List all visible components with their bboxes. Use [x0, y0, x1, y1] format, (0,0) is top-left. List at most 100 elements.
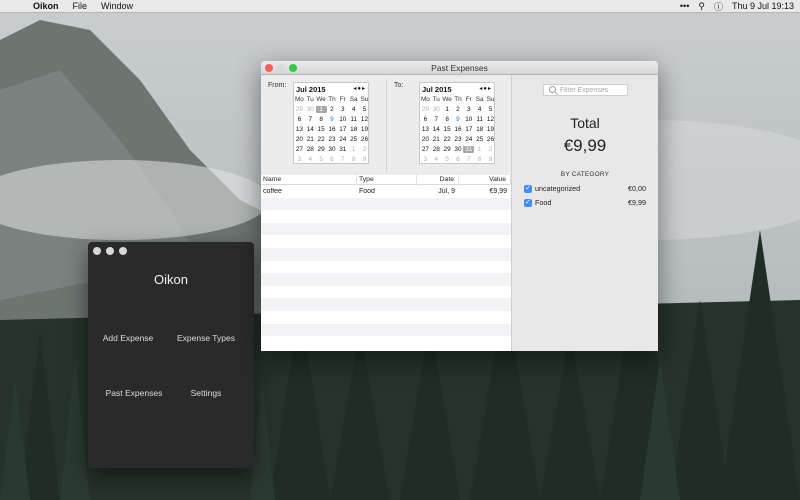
calendar-day[interactable]: 20 [294, 136, 305, 143]
table-row[interactable]: coffee Food Jul, 9 €9,99 [261, 185, 511, 198]
calendar-day[interactable]: 9 [359, 156, 370, 163]
calendar-day[interactable]: 1 [474, 146, 485, 153]
from-date-picker[interactable]: Jul 2015 ◂●▸ Mo Tu We Th Fr Sa Su 29 30 1 2 3 4 5 6 7 8 9… [293, 82, 369, 164]
calendar-day[interactable]: 27 [420, 146, 431, 153]
calendar-day[interactable]: 29 [316, 146, 327, 153]
calendar-day[interactable]: 25 [348, 136, 359, 143]
calendar-day[interactable]: 23 [453, 136, 464, 143]
calendar-day[interactable]: 8 [348, 156, 359, 163]
calendar-nav-icon[interactable]: ◂●▸ [479, 85, 492, 92]
calendar-day[interactable]: 9 [327, 116, 338, 123]
calendar-day[interactable]: 27 [294, 146, 305, 153]
close-button[interactable] [265, 64, 273, 72]
calendar-day[interactable]: 1 [348, 146, 359, 153]
filter-expenses-input[interactable]: Filter Expenses [543, 84, 628, 96]
column-header-date[interactable]: Date [417, 174, 459, 185]
calendar-day[interactable]: 17 [337, 126, 348, 133]
calendar-day[interactable]: 2 [485, 146, 496, 153]
menu-file[interactable]: File [66, 0, 95, 13]
calendar-day[interactable]: 3 [294, 156, 305, 163]
calendar-day[interactable]: 13 [420, 126, 431, 133]
column-header-value[interactable]: Value [459, 174, 511, 185]
calendar-day[interactable]: 9 [485, 156, 496, 163]
calendar-day[interactable]: 10 [463, 116, 474, 123]
calendar-day[interactable]: 21 [305, 136, 316, 143]
calendar-day[interactable]: 4 [474, 106, 485, 113]
calendar-day[interactable]: 6 [327, 156, 338, 163]
add-expense-button[interactable]: Add Expense [88, 333, 168, 343]
calendar-day[interactable]: 1 [442, 106, 453, 113]
calendar-day[interactable]: 10 [337, 116, 348, 123]
menubar-clock[interactable]: Thu 9 Jul 19:13 [732, 1, 794, 11]
zoom-button[interactable] [119, 247, 127, 255]
calendar-day[interactable]: 31 [463, 145, 475, 153]
menu-window[interactable]: Window [94, 0, 140, 13]
calendar-day[interactable]: 30 [305, 106, 316, 113]
calendar-day[interactable]: 19 [485, 126, 496, 133]
calendar-day[interactable]: 30 [431, 106, 442, 113]
calendar-day[interactable]: 28 [305, 146, 316, 153]
calendar-day[interactable]: 30 [327, 146, 338, 153]
calendar-day[interactable]: 2 [453, 106, 464, 113]
calendar-day[interactable]: 7 [463, 156, 474, 163]
calendar-day[interactable]: 4 [431, 156, 442, 163]
calendar-day[interactable]: 16 [453, 126, 464, 133]
category-row-uncategorized[interactable]: ✓ uncategorized €0,00 [524, 183, 646, 194]
calendar-day[interactable]: 12 [359, 116, 370, 123]
calendar-day[interactable]: 5 [442, 156, 453, 163]
calendar-day[interactable]: 4 [348, 106, 359, 113]
menu-app-name[interactable]: Oikon [26, 0, 66, 13]
calendar-day[interactable]: 26 [359, 136, 370, 143]
calendar-day[interactable]: 6 [420, 116, 431, 123]
calendar-day[interactable]: 12 [485, 116, 496, 123]
calendar-day[interactable]: 11 [474, 116, 485, 123]
expense-types-button[interactable]: Expense Types [166, 333, 246, 343]
category-row-food[interactable]: ✓ Food €9,99 [524, 197, 646, 208]
calendar-day[interactable]: 1 [315, 105, 327, 113]
calendar-day[interactable]: 3 [420, 156, 431, 163]
calendar-day[interactable]: 19 [359, 126, 370, 133]
calendar-day[interactable]: 18 [474, 126, 485, 133]
minimize-button[interactable] [106, 247, 114, 255]
calendar-day[interactable]: 29 [420, 106, 431, 113]
checkbox-checked-icon[interactable]: ✓ [524, 184, 532, 193]
calendar-day[interactable]: 22 [442, 136, 453, 143]
settings-button[interactable]: Settings [166, 388, 246, 398]
calendar-day[interactable]: 7 [431, 116, 442, 123]
calendar-day[interactable]: 23 [327, 136, 338, 143]
column-header-name[interactable]: Name [261, 174, 357, 185]
calendar-day[interactable]: 8 [316, 116, 327, 123]
calendar-day[interactable]: 16 [327, 126, 338, 133]
calendar-day[interactable]: 3 [337, 106, 348, 113]
to-date-picker[interactable]: Jul 2015 ◂●▸ Mo Tu We Th Fr Sa Su 29 30 1 2 3 4 5 6 7 8 9… [419, 82, 495, 164]
calendar-day[interactable]: 2 [327, 106, 338, 113]
calendar-day[interactable]: 20 [420, 136, 431, 143]
past-expenses-button[interactable]: Past Expenses [94, 388, 174, 398]
calendar-day[interactable]: 24 [337, 136, 348, 143]
calendar-day[interactable]: 8 [442, 116, 453, 123]
calendar-nav-icon[interactable]: ◂●▸ [353, 85, 366, 92]
calendar-day[interactable]: 3 [463, 106, 474, 113]
column-header-type[interactable]: Type [357, 174, 417, 185]
activity-icon[interactable]: ⚲ [698, 1, 705, 12]
calendar-day[interactable]: 14 [305, 126, 316, 133]
calendar-day[interactable]: 5 [359, 106, 370, 113]
calendar-day[interactable]: 15 [316, 126, 327, 133]
calendar-day[interactable]: 7 [305, 116, 316, 123]
calendar-day[interactable]: 18 [348, 126, 359, 133]
calendar-day[interactable]: 21 [431, 136, 442, 143]
calendar-day[interactable]: 31 [337, 146, 348, 153]
minimize-button[interactable] [277, 64, 285, 72]
calendar-day[interactable]: 25 [474, 136, 485, 143]
info-icon[interactable]: ⓘ [714, 0, 723, 13]
calendar-day[interactable]: 2 [359, 146, 370, 153]
calendar-day[interactable]: 13 [294, 126, 305, 133]
close-button[interactable] [93, 247, 101, 255]
calendar-day[interactable]: 8 [474, 156, 485, 163]
calendar-day[interactable]: 5 [485, 106, 496, 113]
calendar-day[interactable]: 24 [463, 136, 474, 143]
calendar-day[interactable]: 6 [453, 156, 464, 163]
calendar-day[interactable]: 17 [463, 126, 474, 133]
calendar-day[interactable]: 30 [453, 146, 464, 153]
calendar-day[interactable]: 29 [442, 146, 453, 153]
